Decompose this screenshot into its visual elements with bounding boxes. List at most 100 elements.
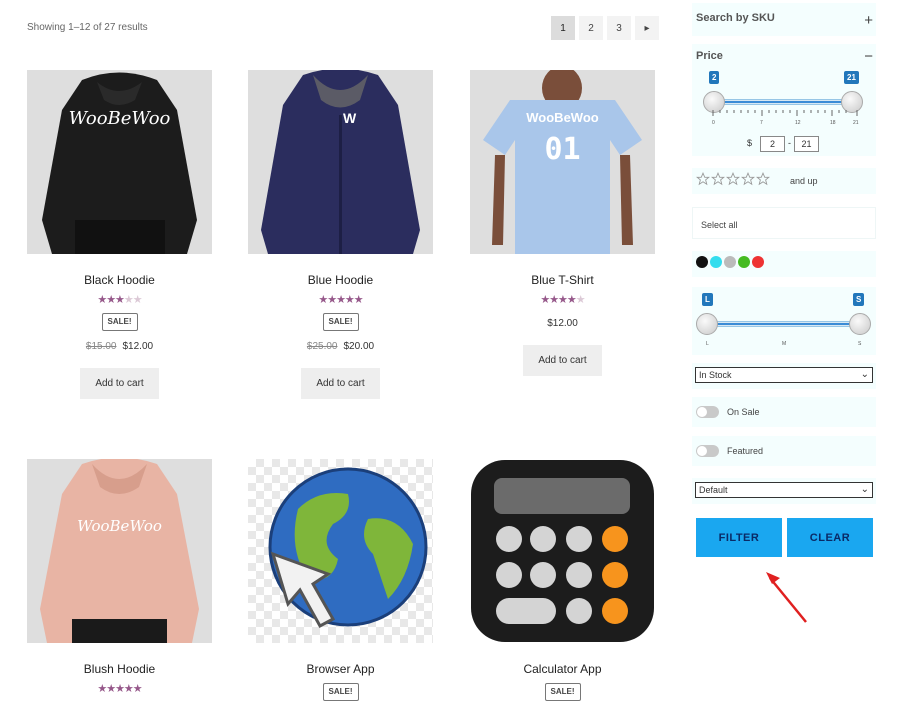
add-to-cart-button[interactable]: Add to cart: [80, 368, 159, 399]
page-2-button[interactable]: 2: [579, 16, 603, 40]
sku-filter-title: Search by SKU: [696, 12, 775, 24]
price-separator: -: [788, 138, 791, 148]
product-title[interactable]: Blush Hoodie: [27, 662, 212, 676]
product-image[interactable]: WooBeWoo 01: [470, 70, 655, 254]
star-outline-icon[interactable]: [696, 172, 710, 186]
expand-icon[interactable]: +: [864, 13, 873, 28]
sku-filter[interactable]: Search by SKU +: [692, 3, 876, 36]
size-tick-label: L: [706, 341, 709, 347]
star-rating: ★★★★★: [248, 294, 433, 306]
price-slider-range: [714, 101, 854, 103]
product-card: Browser App SALE!: [248, 459, 433, 701]
on-sale-label: On Sale: [727, 407, 760, 417]
chevron-down-icon: ⌄: [860, 484, 869, 495]
category-filter[interactable]: Select all: [692, 207, 876, 239]
add-to-cart-button[interactable]: Add to cart: [301, 368, 380, 399]
price-max-input[interactable]: 21: [794, 136, 819, 152]
color-swatch-green: [738, 256, 750, 268]
collapse-icon[interactable]: −: [864, 49, 873, 64]
product-title[interactable]: Black Hoodie: [27, 273, 212, 287]
product-image[interactable]: W: [248, 70, 433, 254]
blue-hoodie-image: [248, 70, 433, 254]
color-swatch-red: [752, 256, 764, 268]
size-max-bubble: S: [853, 293, 865, 306]
star-outline-icon[interactable]: [741, 172, 755, 186]
product-price: $25.00 $20.00: [248, 341, 433, 352]
product-title[interactable]: Blue Hoodie: [248, 273, 433, 287]
size-max-handle[interactable]: [849, 313, 871, 335]
sort-select[interactable]: Default ⌄: [695, 482, 873, 498]
results-count: Showing 1–12 of 27 results: [27, 22, 148, 33]
star-icon: ★: [575, 294, 586, 306]
size-min-handle[interactable]: [696, 313, 718, 335]
star-rating: ★★★★★: [470, 294, 655, 306]
old-price: $15.00: [85, 341, 117, 352]
price-filter-title: Price: [696, 50, 723, 62]
product-image[interactable]: WooBeWoo: [27, 70, 212, 254]
pagination: 1 2 3 ▸: [551, 16, 659, 40]
page-1-button[interactable]: 1: [551, 16, 575, 40]
star-icon: ★★★★: [540, 294, 576, 306]
on-sale-toggle[interactable]: [696, 406, 719, 418]
featured-toggle[interactable]: [696, 445, 719, 457]
size-slider-range: [706, 323, 858, 325]
size-tick-label: M: [782, 341, 787, 347]
price-slider-ticks: [712, 110, 858, 116]
current-price: $20.00: [343, 341, 375, 352]
page-3-button[interactable]: 3: [607, 16, 631, 40]
star-icon: ★★: [123, 294, 143, 306]
on-sale-filter: On Sale: [692, 397, 876, 427]
product-card: WooBeWoo Blush Hoodie ★★★★★: [27, 459, 212, 695]
star-outline-icon[interactable]: [726, 172, 740, 186]
featured-label: Featured: [727, 446, 764, 456]
product-image[interactable]: WooBeWoo: [27, 459, 212, 643]
product-price: $15.00 $12.00: [27, 341, 212, 352]
product-image[interactable]: [470, 459, 655, 643]
globe-icon: [268, 467, 428, 629]
rating-stars[interactable]: [696, 172, 771, 191]
category-select-all[interactable]: Select all: [701, 220, 738, 230]
rating-filter: and up: [692, 168, 876, 194]
color-swatch-cyan: [710, 256, 722, 268]
price-min-input[interactable]: 2: [760, 136, 785, 152]
price-tick-label: 12: [795, 120, 801, 126]
price-tick-label: 7: [760, 120, 763, 126]
color-swatch-gray: [724, 256, 736, 268]
next-page-icon[interactable]: ▸: [635, 16, 659, 40]
sale-badge: SALE!: [322, 313, 359, 331]
price-tick-label: 0: [712, 120, 715, 126]
product-title[interactable]: Calculator App: [470, 662, 655, 676]
sort-select-value: Default: [699, 485, 728, 495]
product-card: W Blue Hoodie ★★★★★ SALE! $25.00 $20.00 A…: [248, 70, 433, 399]
color-filter: [692, 251, 876, 277]
star-icon: ★★★★★: [318, 294, 363, 306]
price-tick-label: 18: [830, 120, 836, 126]
product-image[interactable]: [248, 459, 433, 643]
price-filter: Price − 2 21 0 7 12 18 21 $ 2 - 21: [692, 44, 876, 156]
size-min-bubble: L: [702, 293, 713, 306]
product-card: Calculator App SALE!: [470, 459, 655, 701]
stock-select[interactable]: In Stock ⌄: [695, 367, 873, 383]
star-rating: ★★★★★: [27, 294, 212, 306]
clear-button[interactable]: CLEAR: [787, 518, 873, 557]
product-title[interactable]: Browser App: [248, 662, 433, 676]
product-image-logo-text: W: [343, 110, 357, 126]
add-to-cart-button[interactable]: Add to cart: [523, 345, 602, 376]
sale-badge: SALE!: [544, 683, 581, 701]
color-swatches[interactable]: [695, 255, 770, 269]
stock-select-value: In Stock: [699, 370, 732, 380]
product-title[interactable]: Blue T-Shirt: [470, 273, 655, 287]
star-outline-icon[interactable]: [711, 172, 725, 186]
stock-filter: In Stock ⌄: [692, 363, 876, 389]
chevron-down-icon: ⌄: [860, 369, 869, 380]
price-min-bubble: 2: [709, 71, 720, 84]
sort-filter: Default ⌄: [692, 478, 876, 504]
filter-button[interactable]: FILTER: [696, 518, 782, 557]
current-price: $12.00: [547, 318, 578, 329]
star-outline-icon[interactable]: [756, 172, 770, 186]
black-hoodie-image: [27, 70, 212, 254]
current-price: $12.00: [122, 341, 154, 352]
rating-and-up-label: and up: [790, 176, 818, 186]
price-tick-label: 21: [853, 120, 859, 126]
red-arrow-annotation: [766, 572, 807, 623]
